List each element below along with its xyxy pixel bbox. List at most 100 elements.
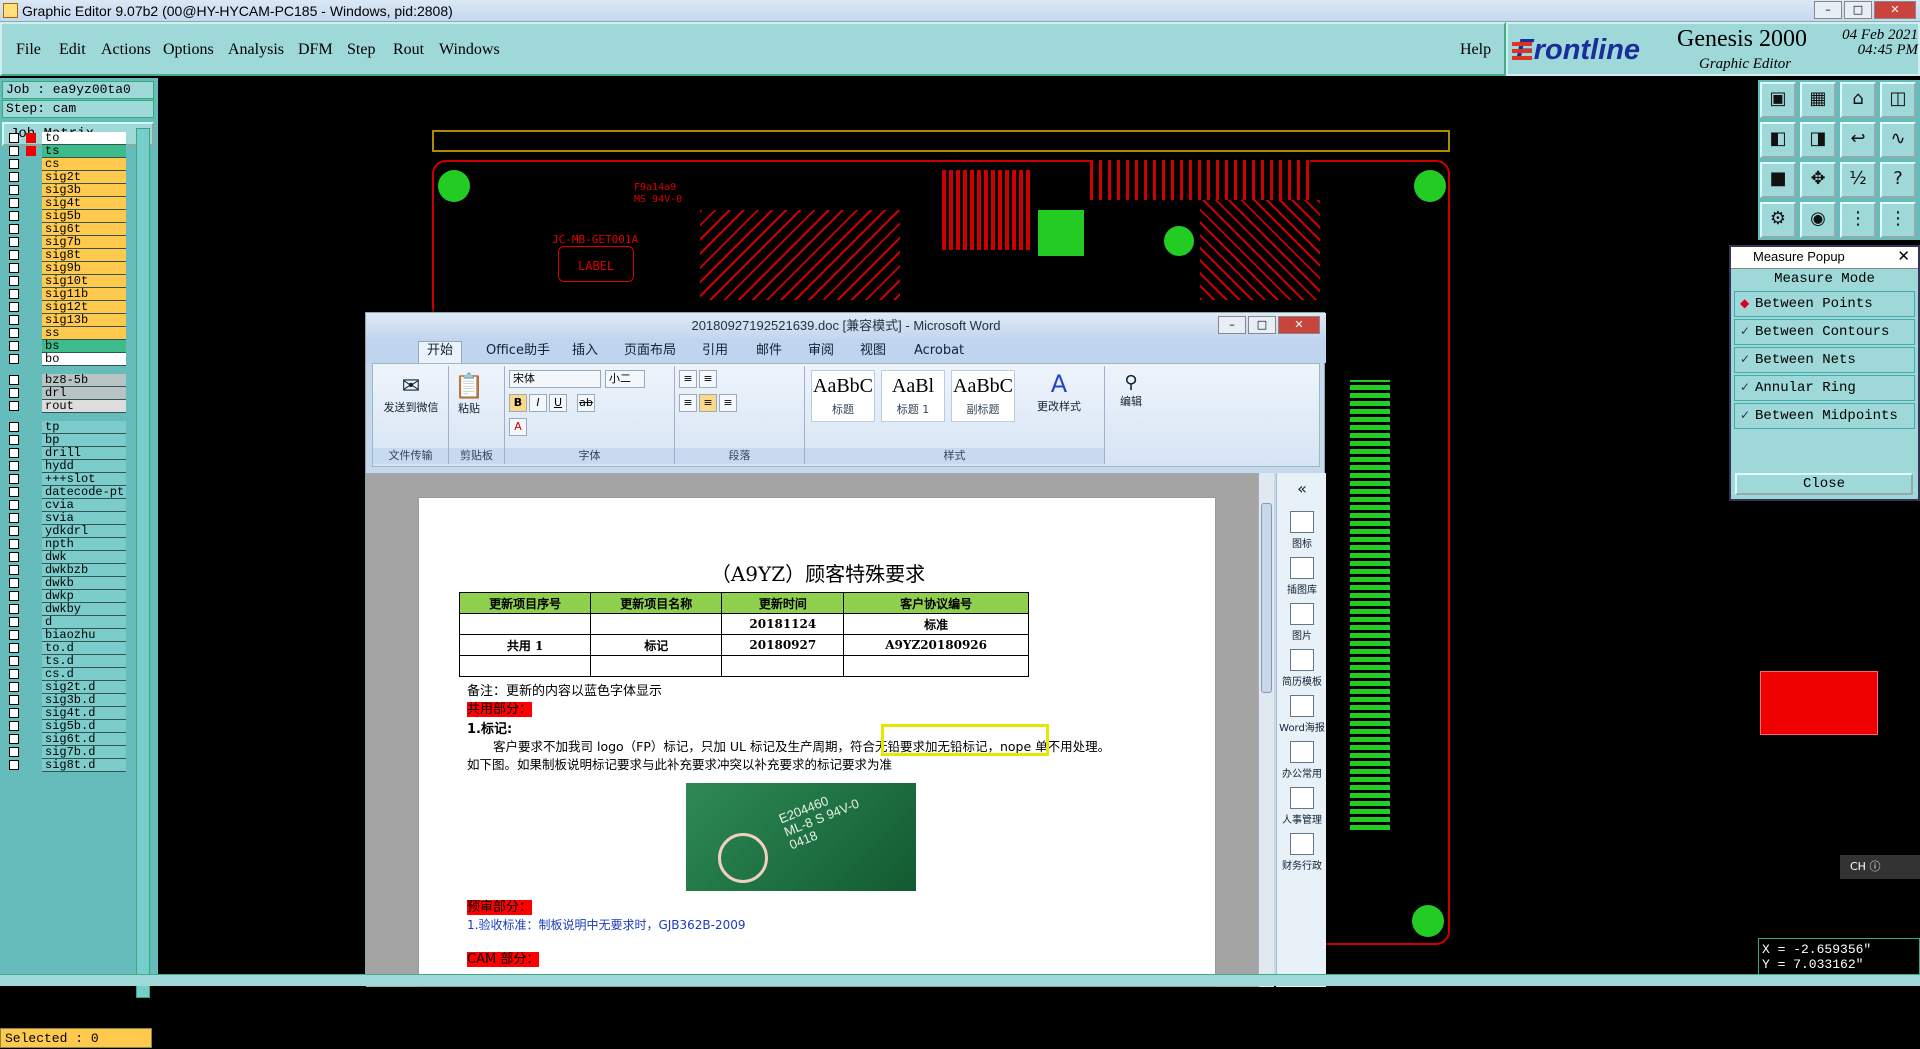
tool-icon[interactable]: ◨: [1800, 122, 1836, 158]
layer-checkbox[interactable]: [9, 578, 19, 588]
close-icon[interactable]: ✕: [1897, 247, 1910, 267]
menu-analysis[interactable]: Analysis: [228, 41, 284, 59]
tab-insert[interactable]: 插入: [572, 342, 598, 360]
side-pane-item[interactable]: 插图库: [1277, 557, 1327, 596]
menu-edit[interactable]: Edit: [59, 41, 86, 59]
measure-option[interactable]: Annular Ring: [1734, 375, 1915, 401]
menu-file[interactable]: File: [16, 41, 41, 59]
layer-checkbox[interactable]: [9, 435, 19, 445]
layer-checkbox[interactable]: [9, 263, 19, 273]
style-gallery-item[interactable]: AaBl 标题 1: [881, 370, 945, 422]
layer-checkbox[interactable]: [9, 669, 19, 679]
maximize-button[interactable]: □: [1844, 1, 1872, 19]
layer-checkbox[interactable]: [9, 375, 19, 385]
tab-mailings[interactable]: 邮件: [756, 342, 782, 360]
bold-button[interactable]: B: [509, 394, 527, 412]
layer-checkbox[interactable]: [9, 487, 19, 497]
menu-rout[interactable]: Rout: [393, 41, 424, 59]
layer-checkbox[interactable]: [9, 315, 19, 325]
layer-checkbox[interactable]: [9, 682, 19, 692]
layer-checkbox[interactable]: [9, 565, 19, 575]
layer-checkbox[interactable]: [9, 591, 19, 601]
tool-icon[interactable]: ◧: [1760, 122, 1796, 158]
layer-checkbox[interactable]: [9, 734, 19, 744]
zoom-fit-icon[interactable]: ■: [1760, 162, 1796, 198]
home-icon[interactable]: ⌂: [1840, 82, 1876, 118]
tool-icon[interactable]: ◫: [1880, 82, 1916, 118]
layer-checkbox[interactable]: [9, 172, 19, 182]
layer-checkbox[interactable]: [9, 708, 19, 718]
layer-checkbox[interactable]: [9, 643, 19, 653]
layer-row[interactable]: ts: [4, 145, 126, 158]
change-style-button[interactable]: A 更改样式: [1033, 370, 1085, 414]
tab-office-assistant[interactable]: Office助手: [486, 342, 550, 360]
help-icon[interactable]: ?: [1880, 162, 1916, 198]
layer-checkbox[interactable]: [9, 198, 19, 208]
layer-checkbox[interactable]: [9, 461, 19, 471]
measure-option[interactable]: Between Contours: [1734, 319, 1915, 345]
layer-checkbox[interactable]: [9, 747, 19, 757]
layer-row[interactable]: bs: [4, 340, 126, 353]
layer-checkbox[interactable]: [9, 630, 19, 640]
paste-button[interactable]: 📋 粘贴: [451, 372, 487, 416]
layer-checkbox[interactable]: [9, 539, 19, 549]
layer-checkbox[interactable]: [9, 695, 19, 705]
send-to-wechat-button[interactable]: ✉ 发送到微信: [377, 374, 445, 415]
bullets-button[interactable]: ≡: [679, 370, 697, 388]
close-button[interactable]: ✕: [1874, 1, 1916, 19]
font-name-select[interactable]: 宋体: [509, 370, 601, 388]
layer-checkbox[interactable]: [9, 133, 19, 143]
italic-button[interactable]: I: [529, 394, 547, 412]
font-size-select[interactable]: 小二: [605, 370, 645, 388]
layer-checkbox[interactable]: [9, 146, 19, 156]
tool-icon[interactable]: ⚙: [1760, 202, 1796, 238]
measure-close-button[interactable]: Close: [1735, 473, 1913, 495]
measure-option[interactable]: Between Midpoints: [1734, 403, 1915, 429]
layer-row[interactable]: tp: [4, 421, 126, 434]
tool-icon[interactable]: ▦: [1800, 82, 1836, 118]
layer-checkbox[interactable]: [9, 224, 19, 234]
layer-checkbox[interactable]: [9, 526, 19, 536]
measure-option[interactable]: Between Nets: [1734, 347, 1915, 373]
layer-checkbox[interactable]: [9, 302, 19, 312]
word-close-button[interactable]: ✕: [1278, 316, 1320, 334]
side-pane-item[interactable]: 财务行政: [1277, 833, 1327, 872]
tab-layout[interactable]: 页面布局: [624, 342, 676, 360]
underline-button[interactable]: U: [549, 394, 567, 412]
ratio-icon[interactable]: ½: [1840, 162, 1876, 198]
tab-review[interactable]: 审阅: [808, 342, 834, 360]
tab-view[interactable]: 视图: [860, 342, 886, 360]
doc-scrollbar[interactable]: [1258, 473, 1274, 987]
layer-row[interactable]: rout: [4, 400, 126, 413]
layer-checkbox[interactable]: [9, 721, 19, 731]
tool-icon[interactable]: ⋮: [1840, 202, 1876, 238]
style-gallery-item[interactable]: AaBbC 标题: [811, 370, 875, 422]
edit-button[interactable]: ⚲ 编辑: [1113, 372, 1149, 409]
tab-home[interactable]: 开始: [418, 341, 463, 363]
layer-checkbox[interactable]: [9, 500, 19, 510]
word-maximize-button[interactable]: □: [1248, 316, 1276, 334]
align-right-button[interactable]: ≡: [719, 394, 737, 412]
tool-icon[interactable]: ▣: [1760, 82, 1796, 118]
layer-row[interactable]: dwkby: [4, 603, 126, 616]
numbering-button[interactable]: ≡: [699, 370, 717, 388]
layer-checkbox[interactable]: [9, 388, 19, 398]
layer-checkbox[interactable]: [9, 422, 19, 432]
align-left-button[interactable]: ≡: [679, 394, 697, 412]
layer-row[interactable]: sig13b: [4, 314, 126, 327]
layer-checkbox[interactable]: [9, 159, 19, 169]
strike-button[interactable]: ab: [577, 394, 595, 412]
tool-icon[interactable]: ↩: [1840, 122, 1876, 158]
menu-step[interactable]: Step: [347, 41, 375, 59]
side-pane-item[interactable]: 办公常用: [1277, 741, 1327, 780]
layer-checkbox[interactable]: [9, 448, 19, 458]
style-gallery-item[interactable]: AaBbC 副标题: [951, 370, 1015, 422]
menu-options[interactable]: Options: [163, 41, 214, 59]
menu-windows[interactable]: Windows: [439, 41, 500, 59]
layer-checkbox[interactable]: [9, 185, 19, 195]
tool-icon[interactable]: ∿: [1880, 122, 1916, 158]
side-pane-item[interactable]: 图标: [1277, 511, 1327, 550]
layer-checkbox[interactable]: [9, 276, 19, 286]
side-pane-item[interactable]: 人事管理: [1277, 787, 1327, 826]
font-color-button[interactable]: A: [509, 418, 527, 436]
